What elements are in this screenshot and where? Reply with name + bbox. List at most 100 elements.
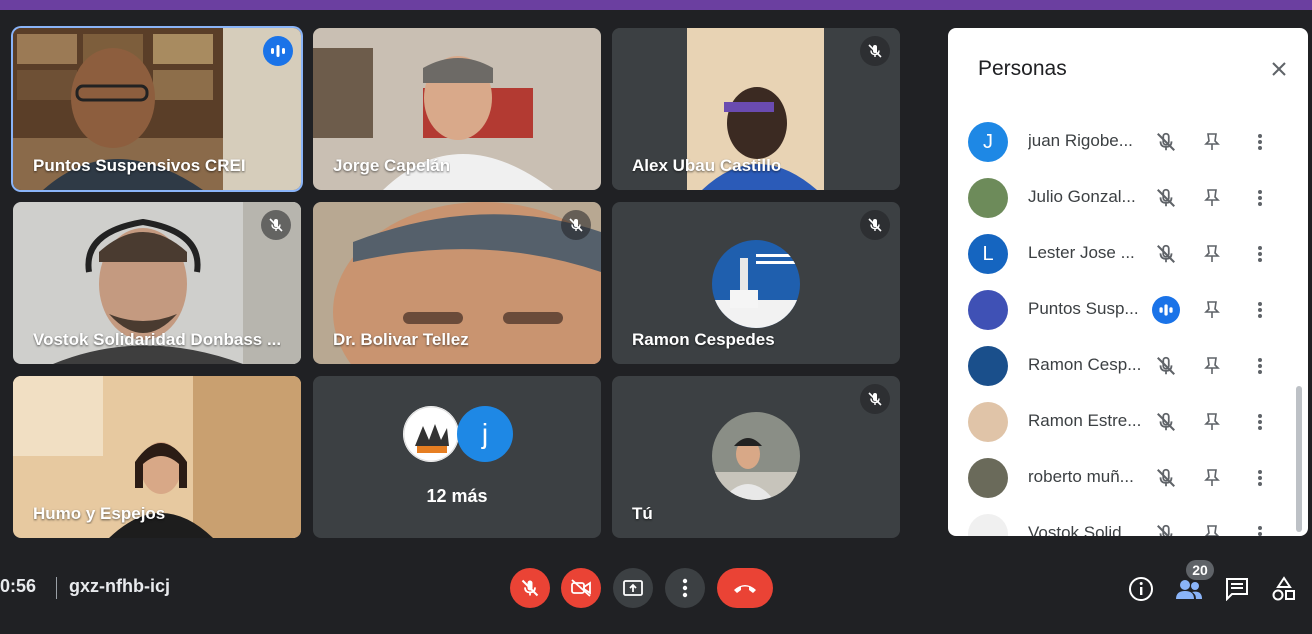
camera-off-icon (571, 579, 591, 597)
close-icon[interactable] (1266, 56, 1292, 82)
mic-off-icon (860, 36, 890, 66)
more-vert-icon[interactable] (1248, 184, 1272, 212)
meeting-code: gxz-nfhb-icj (69, 576, 170, 596)
present-icon (623, 580, 643, 596)
participant-row[interactable]: Ramon Cesp... (948, 338, 1298, 394)
participant-name: Vostok Solidaridad Donbass ... (33, 330, 282, 349)
more-options-button[interactable] (665, 568, 705, 608)
pin-icon[interactable] (1200, 184, 1224, 212)
participant-row[interactable]: Ramon Estre... (948, 394, 1298, 450)
pin-icon[interactable] (1200, 408, 1224, 436)
more-vert-icon[interactable] (1248, 408, 1272, 436)
pin-icon[interactable] (1200, 352, 1224, 380)
participant-tile-ramon[interactable]: Ramon Cespedes (612, 202, 900, 364)
panel-scrollbar[interactable] (1296, 386, 1302, 532)
mic-off-icon (1152, 128, 1180, 156)
pin-icon[interactable] (1200, 128, 1224, 156)
mic-off-icon (561, 210, 591, 240)
participant-avatar (968, 458, 1008, 498)
present-screen-button[interactable] (613, 568, 653, 608)
bottom-toolbar: 0:56 gxz-nfhb-icj 20 (0, 555, 1312, 634)
info-icon (1129, 577, 1153, 601)
participant-tile-jorge[interactable]: Jorge Capelán (313, 28, 601, 190)
participant-name: juan Rigobe... (1028, 131, 1133, 150)
participant-avatar (968, 178, 1008, 218)
participant-avatar (968, 346, 1008, 386)
people-icon (1176, 580, 1202, 599)
toggle-camera-button[interactable] (561, 568, 601, 608)
more-vert-icon[interactable] (1248, 352, 1272, 380)
mic-off-icon (1152, 240, 1180, 268)
mic-off-icon (1152, 408, 1180, 436)
participant-row[interactable]: roberto muñ... (948, 450, 1298, 506)
participant-name: Lester Jose ... (1028, 243, 1135, 262)
avatar-letter: j (481, 418, 489, 449)
more-participants-tile[interactable]: j 12 más (313, 376, 601, 538)
participant-row[interactable]: Vostok Solid... (948, 506, 1298, 536)
more-vert-icon[interactable] (1248, 240, 1272, 268)
participant-name: Vostok Solid... (1028, 523, 1136, 536)
people-count-badge: 20 (1186, 560, 1214, 580)
more-participants-label: 12 más (426, 486, 488, 506)
more-vert-icon[interactable] (1248, 128, 1272, 156)
mic-off-icon (1152, 520, 1180, 536)
participant-tile-humo[interactable]: Humo y Espejos (13, 376, 301, 538)
mic-off-icon (1152, 464, 1180, 492)
participant-avatar (712, 240, 800, 328)
participant-avatar (968, 402, 1008, 442)
more-vert-icon[interactable] (1248, 296, 1272, 324)
participant-avatar (712, 412, 800, 500)
activities-icon (1272, 576, 1295, 601)
participant-name: Humo y Espejos (33, 504, 166, 523)
chat-icon (1226, 578, 1248, 601)
participant-name: Puntos Suspensivos CREI (33, 156, 246, 175)
panel-title: Personas (978, 57, 1067, 80)
participant-name: Ramon Cesp... (1028, 355, 1140, 374)
people-panel: Personas Jjuan Rigobe... Julio Gonzal... L… (948, 28, 1308, 536)
mic-off-icon (1152, 352, 1180, 380)
pin-icon[interactable] (1200, 464, 1224, 492)
mic-off-icon (860, 210, 890, 240)
participant-row[interactable]: Julio Gonzal... (948, 170, 1298, 226)
participant-name: Tú (632, 504, 653, 523)
participant-name: Ramon Estre... (1028, 411, 1140, 430)
participant-name: Ramon Cespedes (632, 330, 775, 349)
participant-row[interactable]: Puntos Susp... (948, 282, 1298, 338)
activities-button[interactable] (1268, 573, 1300, 605)
mic-off-icon (261, 210, 291, 240)
more-vert-icon[interactable] (1248, 520, 1272, 536)
speaking-indicator-icon (1152, 296, 1180, 324)
speaking-indicator-icon (263, 36, 293, 66)
participant-name: roberto muñ... (1028, 467, 1134, 486)
avatar-letter: J (983, 130, 993, 153)
participant-avatar: L (968, 234, 1008, 274)
participant-row[interactable]: Jjuan Rigobe... (948, 114, 1298, 170)
participant-avatar (968, 514, 1008, 536)
hang-up-icon (734, 585, 756, 593)
participant-tile-puntos[interactable]: Puntos Suspensivos CREI (13, 28, 301, 190)
pin-icon[interactable] (1200, 296, 1224, 324)
participant-row[interactable]: L Lester Jose ... (948, 226, 1298, 282)
participant-name: Dr. Bolivar Tellez (333, 330, 469, 349)
more-vert-icon[interactable] (1248, 464, 1272, 492)
participant-name: Alex Ubau Castillo (632, 156, 782, 175)
participant-name: Jorge Capelán (333, 156, 451, 175)
meeting-info-button[interactable] (1125, 573, 1157, 605)
participant-avatar: j (457, 406, 513, 462)
participant-tile-bolivar[interactable]: Dr. Bolivar Tellez (313, 202, 601, 364)
pin-icon[interactable] (1200, 240, 1224, 268)
self-tile[interactable]: Tú (612, 376, 900, 538)
pin-icon[interactable] (1200, 520, 1224, 536)
leave-call-button[interactable] (717, 568, 773, 608)
divider (56, 577, 57, 599)
participant-tile-vostok[interactable]: Vostok Solidaridad Donbass ... (13, 202, 301, 364)
participant-name: Puntos Susp... (1028, 299, 1139, 318)
chat-button[interactable] (1221, 573, 1253, 605)
mic-off-icon (860, 384, 890, 414)
participant-avatar (403, 406, 459, 462)
participant-avatar (968, 290, 1008, 330)
toggle-mic-button[interactable] (510, 568, 550, 608)
participant-tile-alex[interactable]: Alex Ubau Castillo (612, 28, 900, 190)
top-purple-bar (0, 0, 1312, 10)
more-vert-icon (682, 578, 688, 598)
